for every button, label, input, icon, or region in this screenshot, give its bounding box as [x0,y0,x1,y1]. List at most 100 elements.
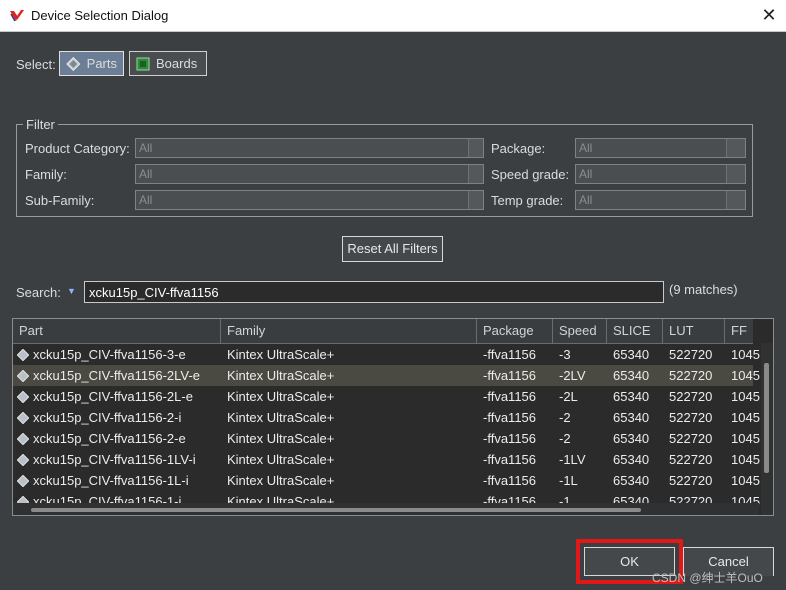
vivado-app-icon [10,10,24,22]
cell-text: 522720 [669,368,713,383]
cell-slice: 65340 [607,449,663,470]
cell-text: 522720 [669,347,713,362]
cell-ff: 1045 [725,386,765,407]
cell-ff: 1045 [725,428,765,449]
table-row[interactable]: xcku15p_CIV-ffva1156-2LV-e Kintex UltraSc… [13,365,760,386]
cell-text: -ffva1156 [483,410,537,425]
table-row[interactable]: xcku15p_CIV-ffva1156-2-e Kintex UltraScal… [13,428,760,449]
family-label: Family: [25,167,67,182]
cell-text: Kintex UltraScale+ [227,389,335,404]
cell-part: xcku15p_CIV-ffva1156-2L-e [13,386,221,407]
horizontal-scroll-thumb[interactable] [31,508,641,512]
cell-text: -ffva1156 [483,368,537,383]
cell-text: Kintex UltraScale+ [227,368,335,383]
filter-legend: Filter [23,117,58,132]
cell-lut: 522720 [663,449,725,470]
window-title: Device Selection Dialog [31,8,169,23]
vertical-scroll-thumb[interactable] [764,363,769,473]
cell-package: -ffva1156 [477,470,553,491]
cell-speed: -2L [553,386,607,407]
cell-slice: 65340 [607,428,663,449]
cell-lut: 522720 [663,470,725,491]
chip-icon [17,412,29,424]
package-combo[interactable]: All [575,138,746,158]
cell-text: 65340 [613,473,650,488]
cell-part: xcku15p_CIV-ffva1156-2LV-e [13,365,221,386]
cell-family: Kintex UltraScale+ [221,407,477,428]
product-category-combo[interactable]: All [135,138,484,158]
dropdown-arrow-icon [468,191,483,209]
chip-icon [17,349,29,361]
cell-text: 522720 [669,410,713,425]
cell-family: Kintex UltraScale+ [221,428,477,449]
cell-text: 1045 [731,410,760,425]
cell-text: 65340 [613,431,650,446]
search-options-icon[interactable]: ▼ [67,286,77,296]
family-combo[interactable]: All [135,164,484,184]
cell-package: -ffva1156 [477,365,553,386]
family-value: All [139,167,153,181]
column-header-ff[interactable]: FF [725,319,765,343]
dropdown-arrow-icon [726,165,745,183]
cell-package: -ffva1156 [477,428,553,449]
cell-text: Kintex UltraScale+ [227,473,335,488]
chip-icon [17,454,29,466]
boards-button[interactable]: Boards [129,51,207,76]
horizontal-scrollbar[interactable] [13,503,759,515]
cell-text: xcku15p_CIV-ffva1156-2LV-e [33,368,200,383]
speed-grade-label: Speed grade: [491,167,570,182]
vertical-scrollbar[interactable] [761,343,773,515]
cell-ff: 1045 [725,344,765,365]
cell-text: 1045 [731,389,760,404]
search-input[interactable] [84,281,664,303]
table-row[interactable]: xcku15p_CIV-ffva1156-1L-i Kintex UltraSca… [13,470,760,491]
cell-family: Kintex UltraScale+ [221,386,477,407]
cell-text: xcku15p_CIV-ffva1156-1LV-i [33,452,196,467]
cell-family: Kintex UltraScale+ [221,344,477,365]
column-header-lut[interactable]: LUT [663,319,725,343]
cell-ff: 1045 [725,365,765,386]
cell-package: -ffva1156 [477,449,553,470]
speed-grade-value: All [579,167,593,181]
cell-package: -ffva1156 [477,407,553,428]
table-row[interactable]: xcku15p_CIV-ffva1156-1LV-i Kintex UltraSc… [13,449,760,470]
search-label: Search: [16,285,61,300]
cell-text: 65340 [613,410,650,425]
cell-ff: 1045 [725,470,765,491]
column-header-package[interactable]: Package [477,319,553,343]
cell-family: Kintex UltraScale+ [221,470,477,491]
temp-grade-combo[interactable]: All [575,190,746,210]
speed-grade-combo[interactable]: All [575,164,746,184]
cell-text: -2LV [559,368,586,383]
temp-grade-label: Temp grade: [491,193,564,208]
cell-family: Kintex UltraScale+ [221,449,477,470]
watermark: CSDN @绅士羊OuO [652,571,763,585]
select-label: Select: [16,57,56,72]
cell-slice: 65340 [607,365,663,386]
table-row[interactable]: xcku15p_CIV-ffva1156-2L-e Kintex UltraSca… [13,386,760,407]
cell-part: xcku15p_CIV-ffva1156-1LV-i [13,449,221,470]
cell-speed: -2 [553,407,607,428]
cell-text: 65340 [613,368,650,383]
column-header-part[interactable]: Part [13,319,221,343]
cell-text: -2L [559,389,578,404]
cell-text: 1045 [731,347,760,362]
cell-family: Kintex UltraScale+ [221,365,477,386]
cell-package: -ffva1156 [477,386,553,407]
cell-text: 1045 [731,473,760,488]
cell-ff: 1045 [725,407,765,428]
table-row[interactable]: xcku15p_CIV-ffva1156-3-e Kintex UltraScal… [13,344,760,365]
cell-text: 1045 [731,452,760,467]
chip-icon [17,475,29,487]
table-row[interactable]: xcku15p_CIV-ffva1156-2-i Kintex UltraScal… [13,407,760,428]
cell-text: xcku15p_CIV-ffva1156-3-e [33,347,186,362]
column-header-family[interactable]: Family [221,319,477,343]
column-header-slice[interactable]: SLICE [607,319,663,343]
column-header-speed[interactable]: Speed [553,319,607,343]
parts-button[interactable]: Parts [59,51,124,76]
cell-text: -ffva1156 [483,347,537,362]
close-icon[interactable]: ✕ [752,2,786,29]
reset-all-filters-button[interactable]: Reset All Filters [342,236,443,262]
sub-family-combo[interactable]: All [135,190,484,210]
cell-text: -3 [559,347,571,362]
